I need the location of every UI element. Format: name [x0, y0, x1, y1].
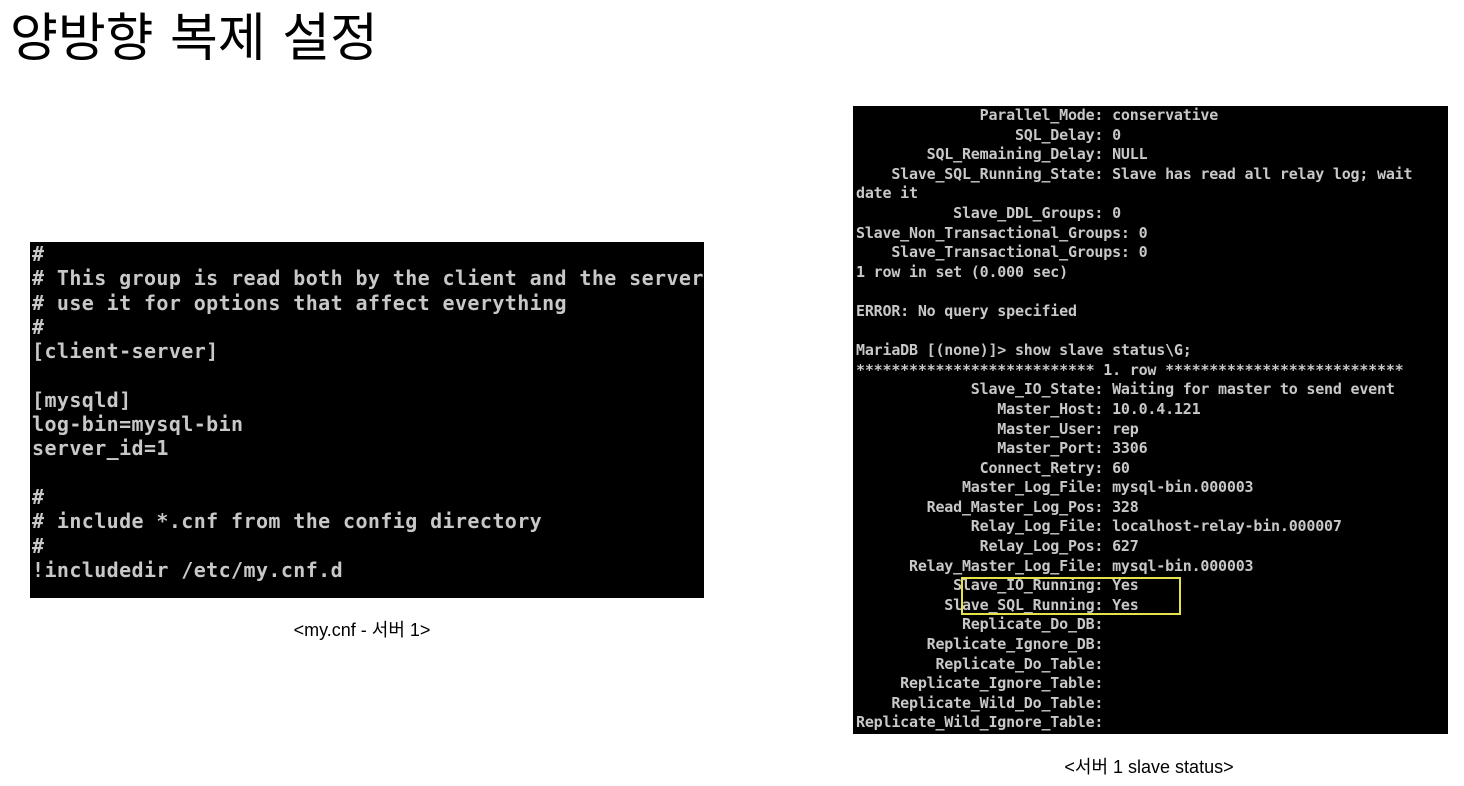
terminal-line: Replicate_Do_Table: — [856, 654, 1113, 673]
terminal-line: Relay_Log_File: localhost-relay-bin.0000… — [856, 517, 1342, 536]
terminal-line: # — [32, 533, 45, 558]
terminal-line: Master_Host: 10.0.4.121 — [856, 399, 1201, 418]
terminal-line: log-bin=mysql-bin — [32, 412, 244, 437]
terminal-line: Master_User: rep — [856, 419, 1139, 438]
terminal-line: Relay_Master_Log_File: mysql-bin.000003 — [856, 556, 1254, 575]
terminal-line: Connect_Retry: 60 — [856, 458, 1130, 477]
terminal-line: # — [32, 314, 45, 339]
slave-status-caption: <서버 1 slave status> — [1064, 757, 1234, 777]
mycnf-terminal-screenshot: # # This group is read both by the clien… — [30, 242, 704, 598]
terminal-line: 1 row in set (0.000 sec) — [856, 262, 1068, 281]
terminal-line: Slave_DDL_Groups: 0 — [856, 203, 1121, 222]
terminal-line: Master_Port: 3306 — [856, 439, 1148, 458]
slave-status-terminal-screenshot: Parallel_Mode: conservative SQL_Delay: 0… — [853, 106, 1448, 734]
terminal-line: date it — [856, 184, 918, 203]
terminal-line: [mysqld] — [32, 387, 132, 412]
terminal-line: Slave_Non_Transactional_Groups: 0 — [856, 223, 1148, 242]
terminal-line: SQL_Delay: 0 — [856, 125, 1121, 144]
terminal-line: *************************** 1. row *****… — [856, 360, 1404, 379]
terminal-line: SQL_Remaining_Delay: NULL — [856, 145, 1148, 164]
terminal-line: !includedir /etc/my.cnf.d — [32, 557, 344, 582]
terminal-line: Slave_Transactional_Groups: 0 — [856, 243, 1148, 262]
terminal-line: # This group is read both by the client … — [32, 266, 704, 291]
terminal-line: # use it for options that affect everyth… — [32, 290, 567, 315]
terminal-line: Replicate_Wild_Do_Table: — [856, 693, 1113, 712]
terminal-line: Slave_SQL_Running_State: Slave has read … — [856, 164, 1413, 183]
running-status-highlight-box — [961, 577, 1181, 615]
terminal-line: # — [32, 484, 45, 509]
mycnf-caption: <my.cnf - 서버 1> — [293, 620, 431, 640]
slide-title: 양방향 복제 설정 — [10, 9, 378, 69]
terminal-line: # include *.cnf from the config director… — [32, 509, 543, 534]
terminal-line: # — [32, 242, 45, 266]
terminal-line: MariaDB [(none)]> show slave status\G; — [856, 341, 1192, 360]
terminal-line: Replicate_Do_DB: — [856, 615, 1113, 634]
terminal-line: Read_Master_Log_Pos: 328 — [856, 497, 1139, 516]
terminal-line: Replicate_Ignore_Table: — [856, 674, 1113, 693]
terminal-line: Replicate_Ignore_DB: — [856, 635, 1113, 654]
terminal-line: Master_Log_File: mysql-bin.000003 — [856, 478, 1254, 497]
terminal-line: server_id=1 — [32, 436, 169, 461]
terminal-line: Parallel_Mode: conservative — [856, 106, 1219, 124]
terminal-line: Slave_IO_State: Waiting for master to se… — [856, 380, 1395, 399]
terminal-line: [client-server] — [32, 339, 219, 364]
terminal-line: Replicate_Wild_Ignore_Table: — [856, 713, 1113, 732]
terminal-line: ERROR: No query specified — [856, 301, 1077, 320]
terminal-line: Relay_Log_Pos: 627 — [856, 537, 1139, 556]
